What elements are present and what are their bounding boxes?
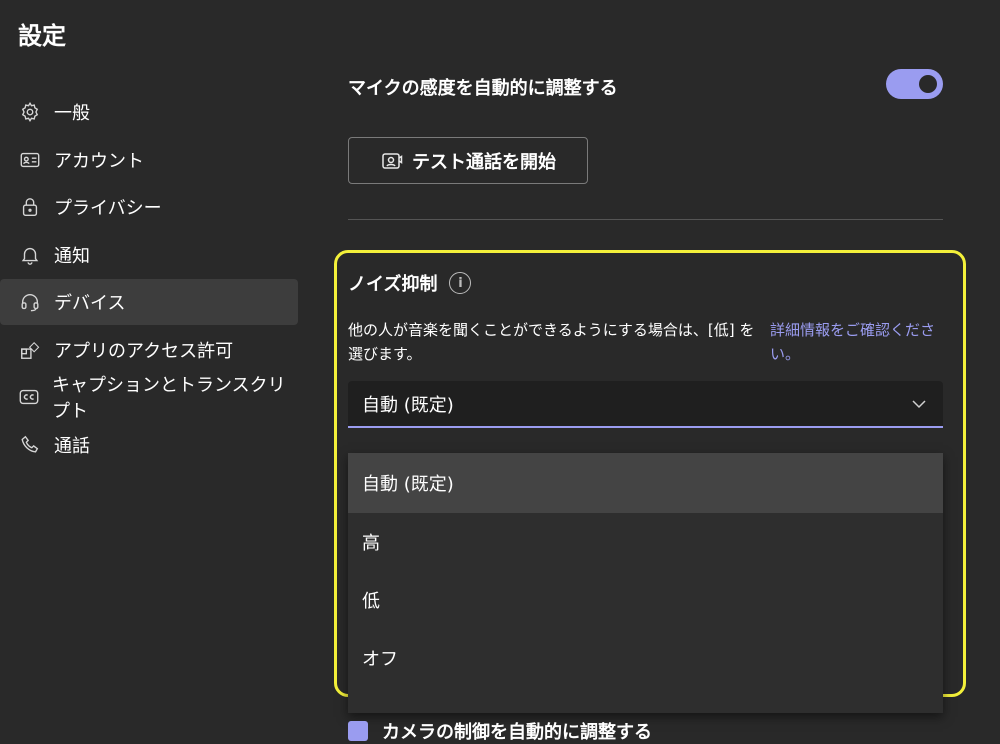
sidebar-item-devices[interactable]: デバイス: [0, 279, 298, 325]
noise-suppression-heading: ノイズ抑制 i: [348, 270, 472, 296]
sidebar-item-account[interactable]: アカウント: [0, 137, 298, 183]
noise-suppression-dropdown: 自動 (既定) 高 低 オフ: [348, 453, 943, 713]
test-call-button[interactable]: テスト通話を開始: [348, 137, 588, 184]
info-icon[interactable]: i: [449, 272, 472, 294]
sidebar-item-captions[interactable]: キャプションとトランスクリプト: [0, 374, 298, 422]
test-call-icon: [382, 152, 403, 169]
headset-icon: [18, 290, 42, 314]
apps-icon: [18, 338, 42, 362]
noise-suppression-description: 他の人が音楽を聞くことができるようにする場合は、[低] を選びます。: [348, 321, 755, 363]
settings-sidebar: 一般 アカウント プライバシー 通知 デバイス アプリのアクセス許可 キャプショ…: [0, 89, 300, 469]
noise-suppression-title: ノイズ抑制: [348, 274, 438, 295]
section-divider: [348, 219, 943, 220]
dropdown-option-off[interactable]: オフ: [348, 629, 943, 687]
bell-icon: [18, 243, 42, 267]
sidebar-item-notifications[interactable]: 通知: [0, 232, 298, 278]
mic-auto-adjust-toggle[interactable]: [886, 69, 943, 99]
learn-more-link[interactable]: 詳細情報をご確認ください。: [770, 318, 950, 366]
toggle-knob: [919, 75, 937, 93]
sidebar-item-general[interactable]: 一般: [0, 89, 298, 135]
noise-suppression-select[interactable]: 自動 (既定): [348, 381, 943, 428]
phone-icon: [18, 433, 42, 457]
select-value: 自動 (既定): [362, 394, 454, 416]
id-card-icon: [18, 148, 42, 172]
sidebar-item-label: 通話: [54, 435, 90, 457]
sidebar-item-privacy[interactable]: プライバシー: [0, 184, 298, 230]
dropdown-option-high[interactable]: 高: [348, 513, 943, 571]
dropdown-option-low[interactable]: 低: [348, 571, 943, 629]
sidebar-item-label: プライバシー: [54, 198, 162, 219]
page-title: 設定: [18, 22, 66, 50]
mic-auto-adjust-label: マイクの感度を自動的に調整する: [348, 78, 618, 99]
lock-icon: [18, 195, 42, 219]
sidebar-item-label: アプリのアクセス許可: [54, 340, 234, 362]
sidebar-item-app-permissions[interactable]: アプリのアクセス許可: [0, 327, 298, 373]
sidebar-item-label: 一般: [54, 103, 90, 124]
camera-auto-adjust-checkbox[interactable]: [348, 721, 368, 741]
cc-icon: [18, 385, 40, 409]
gear-icon: [18, 100, 42, 124]
camera-auto-adjust-row[interactable]: カメラの制御を自動的に調整する: [348, 718, 652, 744]
sidebar-item-calls[interactable]: 通話: [0, 422, 298, 468]
sidebar-item-label: 通知: [54, 245, 90, 267]
sidebar-item-label: キャプションとトランスクリプト: [52, 375, 286, 422]
sidebar-item-label: アカウント: [54, 150, 144, 172]
dropdown-option-auto[interactable]: 自動 (既定): [348, 453, 943, 513]
test-call-label: テスト通話を開始: [412, 151, 556, 173]
sidebar-item-label: デバイス: [54, 293, 126, 314]
chevron-down-icon: [912, 400, 926, 409]
camera-auto-adjust-label: カメラの制御を自動的に調整する: [382, 722, 652, 743]
